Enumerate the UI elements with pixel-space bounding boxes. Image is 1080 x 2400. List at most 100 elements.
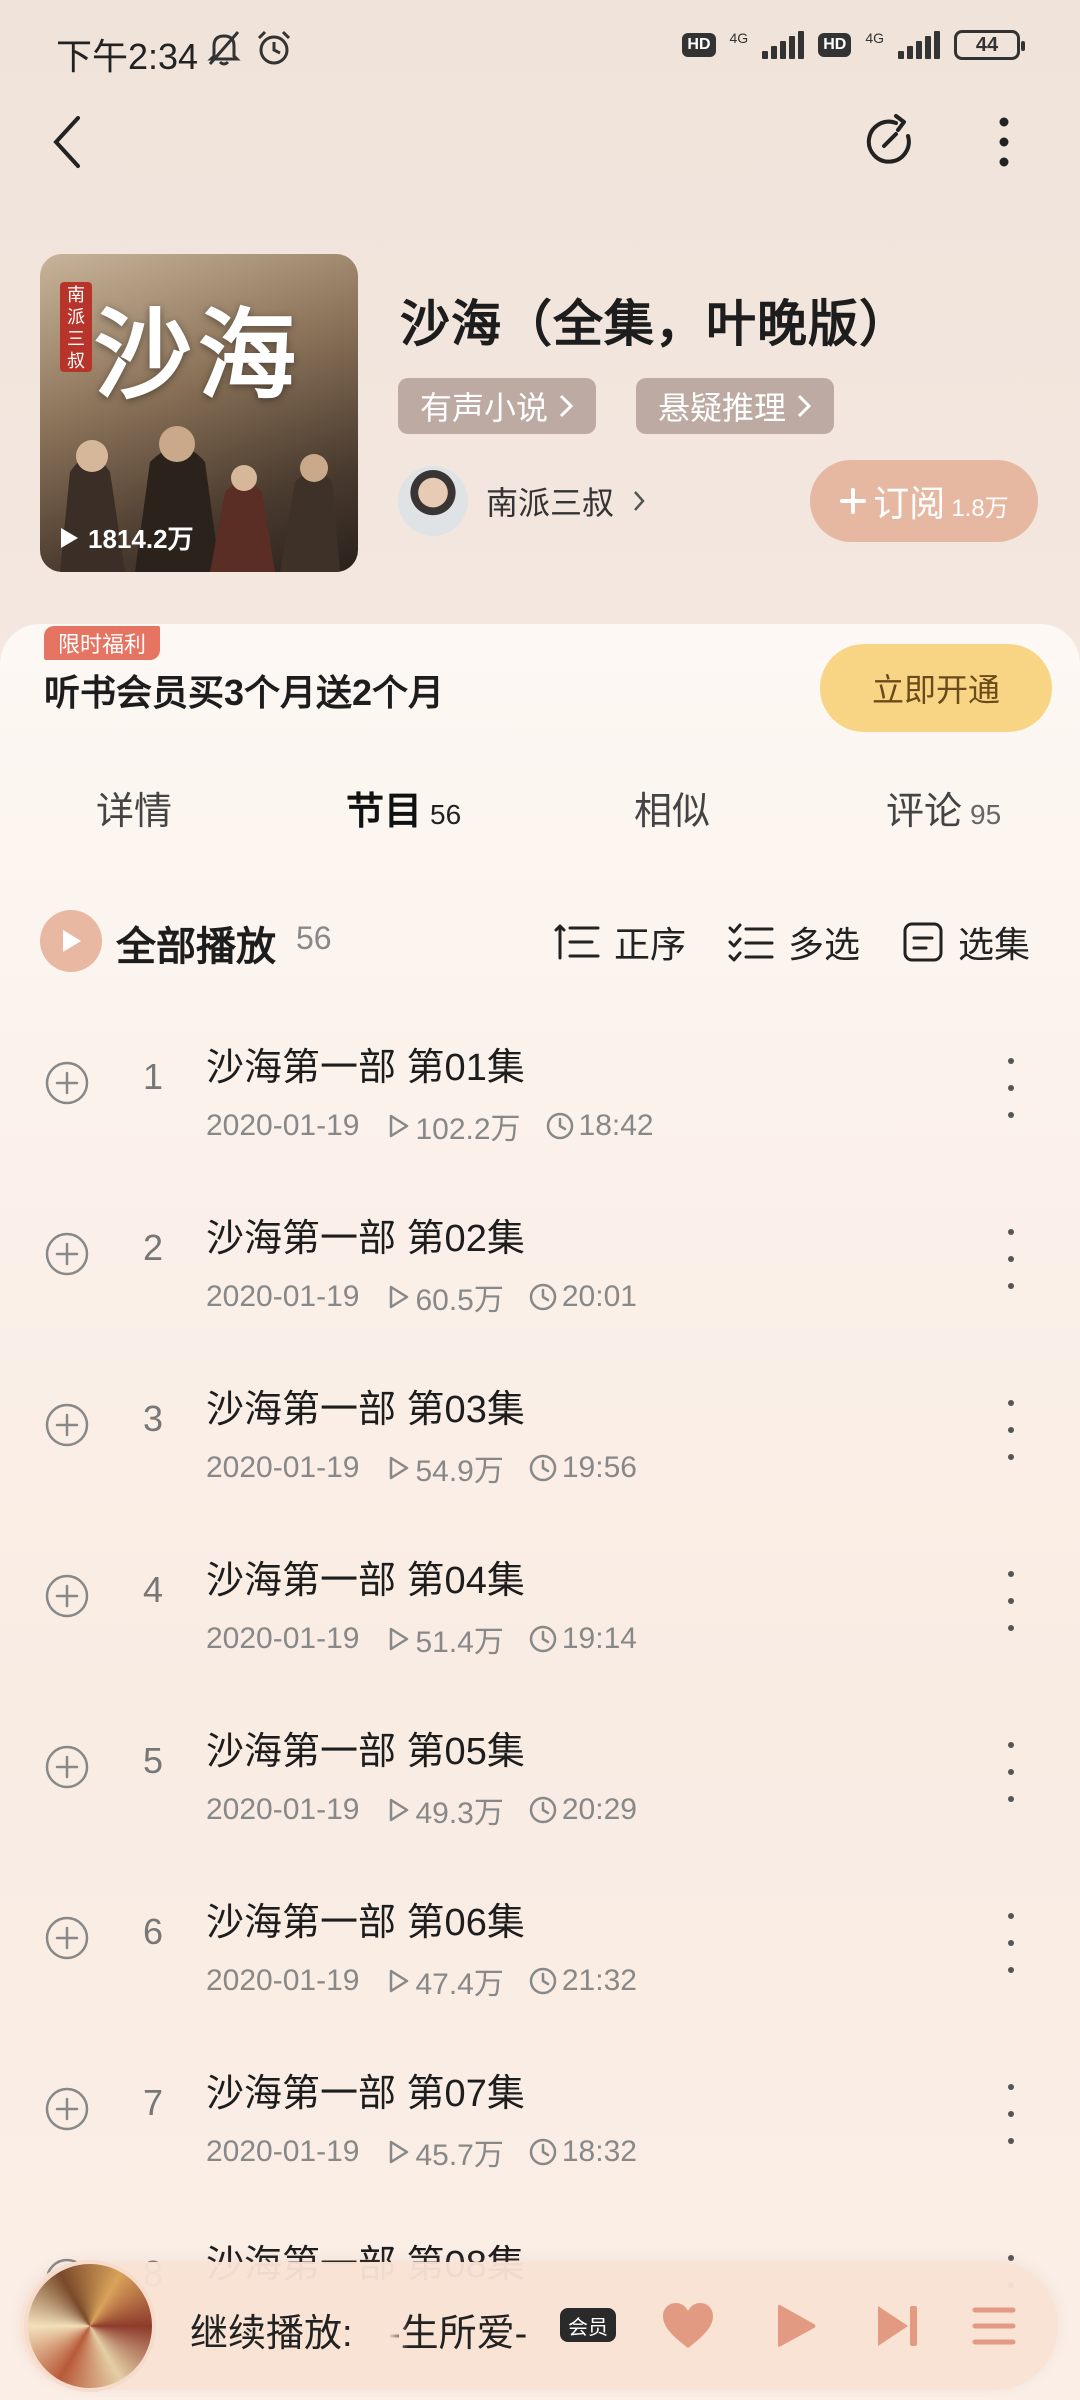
hd-badge: HD (682, 33, 716, 57)
subscribe-button[interactable]: 订阅 1.8万 (810, 460, 1038, 542)
share-icon (866, 114, 911, 164)
album-cover[interactable]: 南派三叔 沙海 1814.2万 (40, 254, 358, 572)
player-label: 继续播放: (190, 2313, 353, 2355)
play-all-label[interactable]: 全部播放 (116, 914, 276, 972)
episode-duration: 21:32 (561, 1964, 637, 1997)
episode-date: 2020-01-19 (206, 1280, 360, 1313)
status-time: 下午2:34 (56, 36, 199, 77)
episode-row[interactable]: 7 沙海第一部 第07集 2020-01-19 45.7万 18:32 (0, 2038, 1080, 2208)
favorite-button[interactable] (652, 2290, 724, 2362)
episode-more-button[interactable] (996, 2084, 1026, 2144)
network-label: 4G (865, 30, 884, 46)
alarm-icon (254, 28, 294, 73)
promo-text: 听书会员买3个月送2个月 (44, 672, 445, 713)
select-episode-button[interactable]: 选集 (902, 916, 1030, 968)
back-button[interactable] (28, 102, 108, 182)
play-button[interactable] (760, 2290, 832, 2362)
next-button[interactable] (862, 2290, 934, 2362)
avatar (398, 466, 468, 536)
episode-more-button[interactable] (996, 1571, 1026, 1631)
add-icon (45, 1232, 89, 1276)
episode-row[interactable]: 5 沙海第一部 第05集 2020-01-19 49.3万 20:29 (0, 1696, 1080, 1866)
more-icon (999, 117, 1009, 167)
play-count-icon (387, 1112, 411, 1140)
add-to-playlist-button[interactable] (44, 1915, 90, 1961)
playlist-button[interactable] (958, 2290, 1030, 2362)
episode-meta: 2020-01-19 102.2万 18:42 (206, 1104, 654, 1148)
episode-date: 2020-01-19 (206, 1109, 360, 1142)
promo-badge: 限时福利 (44, 626, 161, 660)
episode-meta: 2020-01-19 51.4万 19:14 (206, 1617, 637, 1661)
tag-mystery[interactable]: 悬疑推理 (636, 378, 835, 434)
episode-plays: 51.4万 (415, 1626, 504, 1659)
battery-icon: 44 (954, 30, 1025, 60)
promo-open-button[interactable]: 立即开通 (820, 644, 1052, 732)
play-icon (61, 527, 78, 548)
add-icon (45, 1916, 89, 1960)
episode-row[interactable]: 4 沙海第一部 第04集 2020-01-19 51.4万 19:14 (0, 1525, 1080, 1695)
episode-duration: 18:32 (561, 2135, 637, 2168)
episode-title: 沙海第一部 第07集 (206, 2073, 525, 2115)
add-to-playlist-button[interactable] (44, 1402, 90, 1448)
episode-plays: 54.9万 (415, 1455, 504, 1488)
player-cover[interactable] (24, 2260, 156, 2392)
status-indicators: HD 4G HD 4G 44 (682, 30, 1025, 60)
add-icon (45, 1061, 89, 1105)
add-icon (45, 1745, 89, 1789)
episode-row[interactable]: 6 沙海第一部 第06集 2020-01-19 47.4万 21:32 (0, 1867, 1080, 2037)
author-link[interactable]: 南派三叔 (398, 466, 646, 536)
episode-meta: 2020-01-19 45.7万 18:32 (206, 2130, 637, 2174)
add-to-playlist-button[interactable] (44, 1060, 90, 1106)
clock-icon (545, 1111, 575, 1141)
tab-similar[interactable]: 相似 (634, 780, 710, 835)
network-label: 4G (729, 30, 749, 46)
sort-button[interactable]: 正序 (554, 916, 686, 968)
episode-more-button[interactable] (996, 1058, 1026, 1118)
add-to-playlist-button[interactable] (44, 1744, 90, 1790)
episode-meta: 2020-01-19 54.9万 19:56 (206, 1446, 637, 1490)
add-to-playlist-button[interactable] (44, 1231, 90, 1277)
clock-icon (528, 2137, 558, 2167)
add-to-playlist-button[interactable] (44, 2086, 90, 2132)
add-to-playlist-button[interactable] (44, 1573, 90, 1619)
episode-more-button[interactable] (996, 1913, 1026, 1973)
tag-audio-novel[interactable]: 有声小说 (398, 378, 597, 434)
player-track-title: -生所爱- (388, 2313, 528, 2355)
episode-number: 3 (142, 1398, 164, 1439)
episode-more-button[interactable] (996, 1742, 1026, 1802)
episode-row[interactable]: 2 沙海第一部 第02集 2020-01-19 60.5万 20:01 (0, 1183, 1080, 1353)
vip-badge: 会员 (560, 2308, 616, 2342)
episode-date: 2020-01-19 (206, 1964, 360, 1997)
tabs: 详情 节目 56 相似 评论 95 (0, 780, 1080, 860)
multi-select-button[interactable]: 多选 (728, 916, 860, 968)
hd-badge: HD (818, 33, 852, 57)
tab-comments[interactable]: 评论 95 (886, 780, 1001, 835)
episode-number: 4 (142, 1569, 164, 1610)
episode-number: 6 (142, 1911, 164, 1952)
author-name: 南派三叔 (486, 485, 615, 521)
play-all-count: 56 (296, 920, 332, 956)
clock-icon (528, 1624, 558, 1654)
episode-date: 2020-01-19 (206, 2135, 360, 2168)
episode-more-button[interactable] (996, 1400, 1026, 1460)
episode-duration: 19:56 (561, 1451, 637, 1484)
heart-icon (663, 2303, 713, 2348)
tab-episodes[interactable]: 节目 56 (346, 780, 461, 841)
play-all-button[interactable] (40, 910, 102, 972)
share-button[interactable] (850, 102, 930, 182)
episode-row[interactable]: 3 沙海第一部 第03集 2020-01-19 54.9万 19:56 (0, 1354, 1080, 1524)
select-episode-icon (903, 922, 943, 962)
mini-player[interactable]: 继续播放: -生所爱- 会员 (20, 2260, 1058, 2392)
episode-row[interactable]: 1 沙海第一部 第01集 2020-01-19 102.2万 18:42 (0, 1012, 1080, 1182)
signal-icon (762, 31, 805, 59)
tab-details[interactable]: 详情 (96, 780, 172, 835)
cover-seal: 南派三叔 (60, 282, 92, 372)
sort-icon (554, 924, 600, 960)
episode-title: 沙海第一部 第05集 (206, 1731, 525, 1773)
episode-number: 2 (142, 1227, 164, 1268)
episode-plays: 49.3万 (415, 1797, 504, 1830)
episode-more-button[interactable] (996, 1229, 1026, 1289)
album-title: 沙海（全集，叶晚版） (400, 296, 910, 352)
signal-icon (898, 31, 940, 59)
more-button[interactable] (964, 102, 1044, 182)
